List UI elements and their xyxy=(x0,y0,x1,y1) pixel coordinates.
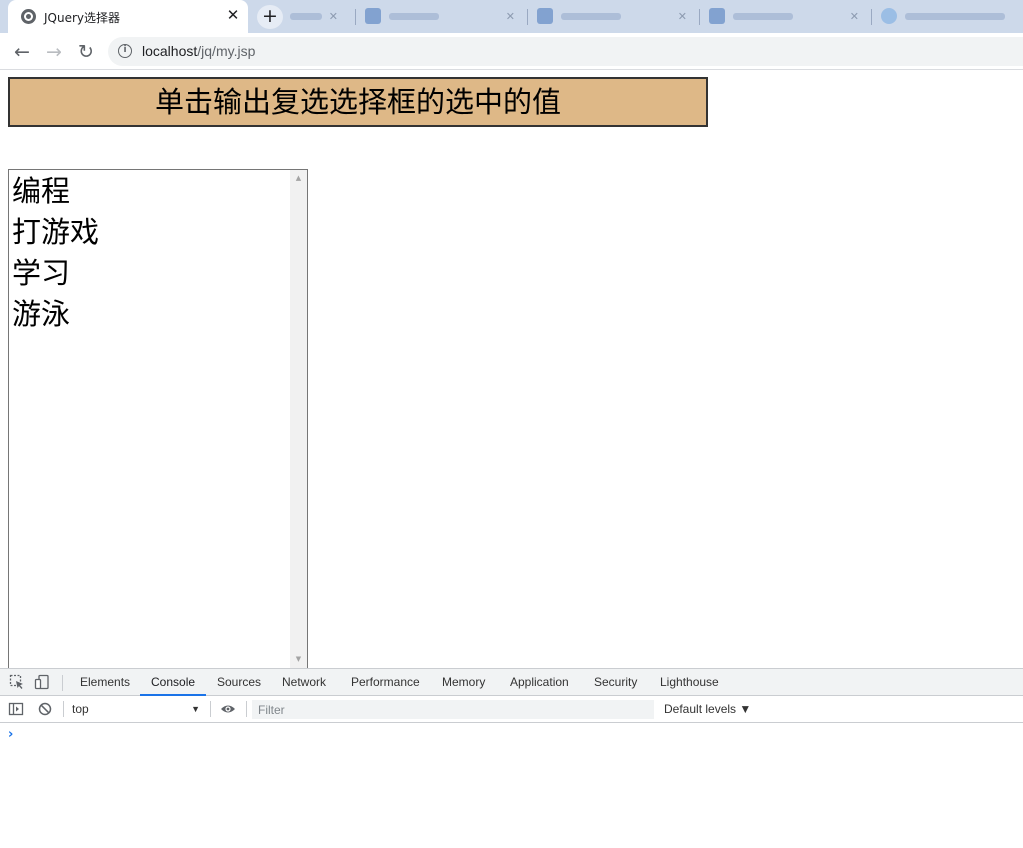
console-filter-input[interactable] xyxy=(252,700,654,719)
info-icon[interactable]: i xyxy=(118,44,132,58)
close-icon[interactable]: ✕ xyxy=(224,6,242,24)
background-tab[interactable]: ✕ xyxy=(290,0,350,33)
context-value: top xyxy=(72,702,89,716)
tab-separator xyxy=(871,9,872,25)
url-path: /jq/my.jsp xyxy=(197,43,256,59)
page-icon xyxy=(365,8,381,24)
sidebar-toggle-icon[interactable] xyxy=(8,701,24,717)
blurred-tab-title xyxy=(733,13,793,20)
device-toggle-icon[interactable] xyxy=(34,674,50,690)
tab-elements[interactable]: Elements xyxy=(80,669,130,696)
url-text[interactable]: localhost/jq/my.jsp xyxy=(142,43,255,59)
tab-memory[interactable]: Memory xyxy=(442,669,485,696)
blurred-tab-title xyxy=(290,13,322,20)
tab-console[interactable]: Console xyxy=(140,669,207,696)
close-icon[interactable]: ✕ xyxy=(678,10,687,23)
background-tab[interactable] xyxy=(871,0,1023,33)
reload-icon[interactable]: ↻ xyxy=(74,40,98,64)
log-levels-dropdown[interactable]: Default levels ▼ xyxy=(664,700,751,719)
scroll-down-arrow-icon[interactable]: ▼ xyxy=(290,651,307,668)
option-studying[interactable]: 学习 xyxy=(12,253,70,294)
close-icon[interactable]: ✕ xyxy=(506,10,515,23)
option-gaming[interactable]: 打游戏 xyxy=(12,212,99,253)
tab-network[interactable]: Network xyxy=(282,669,326,696)
forward-arrow-icon[interactable]: → xyxy=(42,40,66,64)
toolbar-divider xyxy=(210,701,211,717)
option-swimming[interactable]: 游泳 xyxy=(12,294,70,335)
live-expression-eye-icon[interactable] xyxy=(220,701,236,717)
scroll-up-arrow-icon[interactable]: ▲ xyxy=(290,170,307,187)
tab-security[interactable]: Security xyxy=(594,669,637,696)
globe-icon xyxy=(21,9,36,24)
background-tab[interactable]: ✕ xyxy=(355,0,527,33)
url-host: localhost xyxy=(142,43,198,59)
option-programming[interactable]: 编程 xyxy=(12,171,70,212)
toolbar-divider xyxy=(63,701,64,717)
listbox-scrollbar[interactable]: ▲ ▼ xyxy=(290,170,307,668)
blurred-tab-title xyxy=(561,13,621,20)
tab-strip: JQuery选择器 ✕ + ✕ ✕ ✕ ✕ xyxy=(0,0,1023,33)
clear-console-icon[interactable] xyxy=(37,701,53,717)
tab-separator xyxy=(699,9,700,25)
toolbar-divider xyxy=(246,701,247,717)
output-selected-button[interactable]: 单击输出复选选择框的选中的值 xyxy=(8,77,708,127)
inspect-element-icon[interactable] xyxy=(9,674,25,690)
new-tab-button[interactable]: + xyxy=(257,5,283,29)
blurred-tab-title xyxy=(905,13,1005,20)
background-tab[interactable]: ✕ xyxy=(699,0,871,33)
globe-icon xyxy=(881,8,897,24)
page-content: 单击输出复选选择框的选中的值 编程 打游戏 学习 游泳 ▲ ▼ xyxy=(0,70,1023,669)
address-bar[interactable]: i localhost/jq/my.jsp xyxy=(108,37,1023,66)
tab-lighthouse[interactable]: Lighthouse xyxy=(660,669,719,696)
toolbar-divider xyxy=(62,675,63,691)
back-arrow-icon[interactable]: ← xyxy=(10,40,34,64)
document-icon xyxy=(709,8,725,24)
tab-separator xyxy=(355,9,356,25)
background-tab[interactable]: ✕ xyxy=(527,0,699,33)
devtools-panel: Elements Console Sources Network Perform… xyxy=(0,668,1023,848)
tab-sources[interactable]: Sources xyxy=(217,669,261,696)
blurred-tab-title xyxy=(389,13,439,20)
context-select[interactable]: top ▼ xyxy=(72,700,204,719)
close-icon[interactable]: ✕ xyxy=(850,10,859,23)
dropdown-arrow-icon: ▼ xyxy=(191,704,200,714)
devtools-tab-bar: Elements Console Sources Network Perform… xyxy=(0,669,1023,696)
tab-performance[interactable]: Performance xyxy=(351,669,420,696)
document-icon xyxy=(537,8,553,24)
tab-jquery[interactable]: JQuery选择器 ✕ xyxy=(8,0,248,33)
browser-toolbar: ← → ↻ i localhost/jq/my.jsp xyxy=(0,33,1023,70)
tab-title: JQuery选择器 xyxy=(44,11,121,25)
close-icon[interactable]: ✕ xyxy=(329,10,338,23)
tab-application[interactable]: Application xyxy=(510,669,569,696)
console-prompt[interactable]: › xyxy=(8,727,13,742)
multi-select-listbox[interactable]: 编程 打游戏 学习 游泳 ▲ ▼ xyxy=(8,169,308,669)
console-toolbar: top ▼ Default levels ▼ xyxy=(0,696,1023,723)
tab-separator xyxy=(527,9,528,25)
